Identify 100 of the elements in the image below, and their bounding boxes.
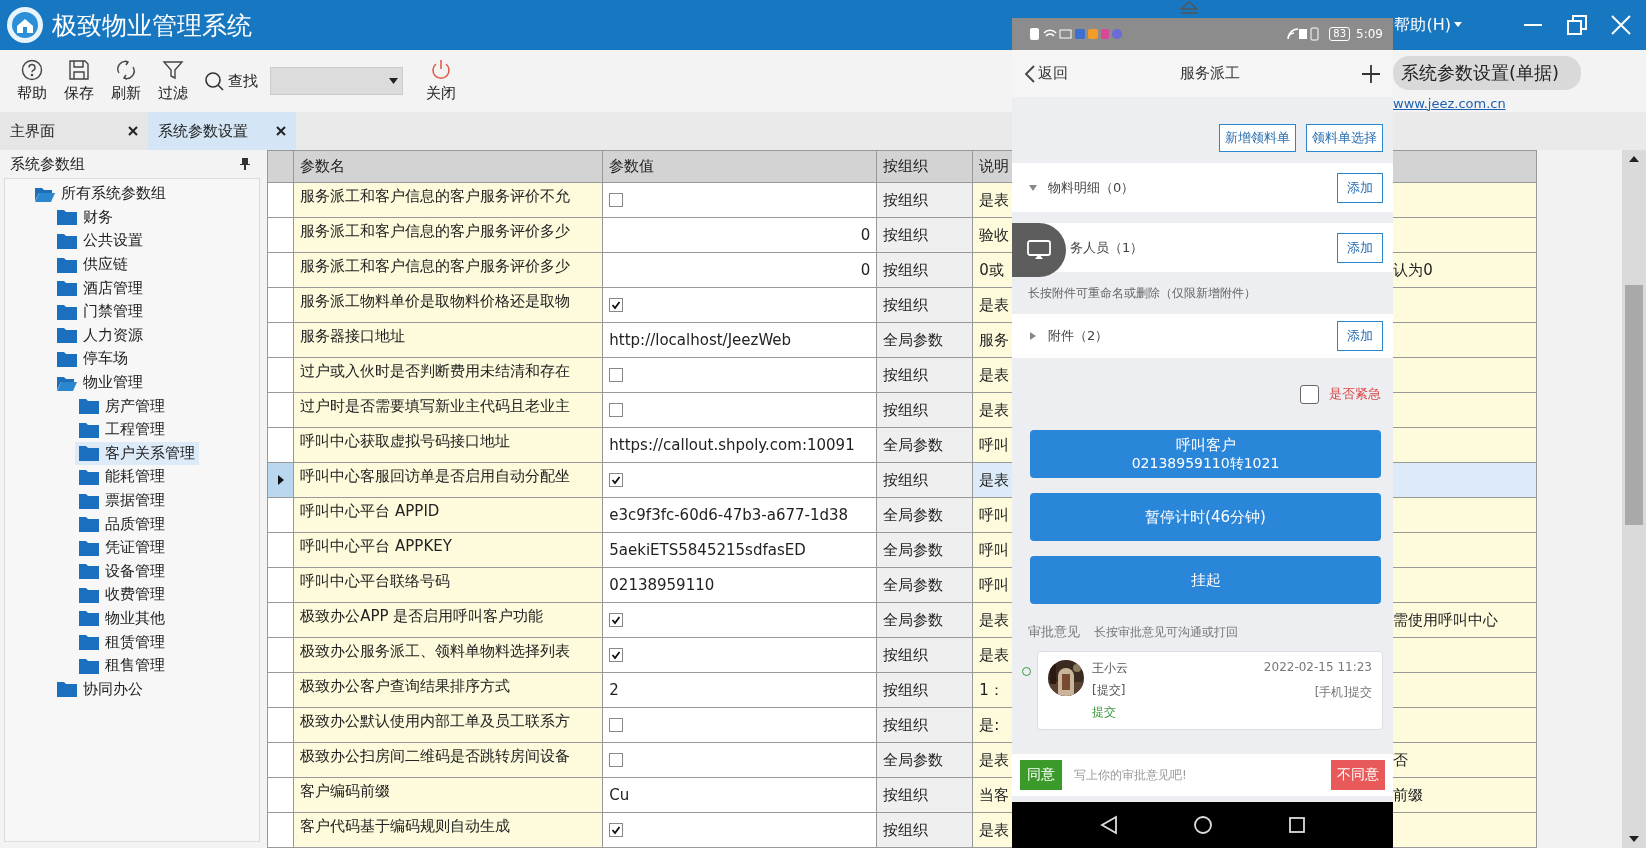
row-pointer-icon <box>276 474 285 486</box>
add-button[interactable]: 添加 <box>1337 232 1383 263</box>
tree-item[interactable]: 人力资源 <box>53 323 147 348</box>
checkbox[interactable] <box>609 753 624 767</box>
tree-item[interactable]: 房产管理 <box>75 394 169 418</box>
table-cell: 2 <box>603 673 878 708</box>
tree-item[interactable]: 财务 <box>53 205 117 230</box>
table-cell: 极致办公APP 是否启用呼叫客户功能 <box>294 603 604 638</box>
search-button[interactable]: 查找 <box>204 71 258 91</box>
tree-item[interactable]: 能耗管理 <box>75 465 169 489</box>
power-icon <box>429 59 452 81</box>
back-nav-icon[interactable] <box>1099 815 1118 835</box>
add-button[interactable]: 添加 <box>1337 321 1383 351</box>
tree-item[interactable]: 租售管理 <box>75 653 169 678</box>
table-cell: 服务派工和客户信息的客户服务评价不允 <box>294 183 604 218</box>
toolbar-button[interactable]: 过滤 <box>149 59 196 103</box>
action-button[interactable]: 暂停计时(46分钟) <box>1030 493 1381 541</box>
tree-item[interactable]: 停车场 <box>53 347 132 371</box>
folder-icon <box>79 398 99 415</box>
column-header[interactable]: 说明 <box>979 157 1010 176</box>
folder-icon <box>57 280 77 297</box>
folder-icon <box>57 681 77 698</box>
folder-icon <box>57 327 77 344</box>
checkbox[interactable] <box>609 193 624 207</box>
action-button[interactable]: 挂起 <box>1030 556 1381 604</box>
toolbar-button[interactable]: 保存 <box>55 59 102 103</box>
tree-item[interactable]: 租赁管理 <box>75 630 169 654</box>
scroll-up-icon[interactable] <box>1629 156 1640 162</box>
tree-item[interactable]: 设备管理 <box>75 559 169 584</box>
tree-item[interactable]: 供应链 <box>53 252 132 277</box>
help-menu[interactable]: 帮助(H) <box>1394 14 1462 36</box>
close-icon[interactable] <box>276 126 286 136</box>
add-button[interactable]: 添加 <box>1337 172 1383 203</box>
battery-indicator: 83 <box>1329 27 1351 41</box>
tree-item[interactable]: 凭证管理 <box>75 535 169 560</box>
tree-item[interactable]: 客户关系管理 <box>75 441 199 466</box>
toolbar-button[interactable]: 帮助 <box>8 59 55 103</box>
checkbox[interactable] <box>609 403 624 417</box>
restore-icon[interactable] <box>1566 14 1588 36</box>
table-cell: e3c9f3fc-60d6-47b3-a677-1d38 <box>603 498 878 533</box>
checkbox[interactable] <box>1300 384 1319 404</box>
tree-item[interactable]: 物业管理 <box>53 370 147 395</box>
tree-item[interactable]: 门禁管理 <box>53 299 147 324</box>
checkbox[interactable] <box>609 613 624 627</box>
scroll-down-icon[interactable] <box>1629 836 1640 842</box>
folder-icon <box>57 209 77 226</box>
table-cell: 全局参数 <box>877 498 974 533</box>
table-cell: 按组织 <box>877 183 974 218</box>
outline-button[interactable]: 领料单选择 <box>1306 124 1383 152</box>
app-title: 极致物业管理系统 <box>52 9 252 42</box>
folder-icon <box>57 233 77 249</box>
tab[interactable]: 系统参数设置 <box>148 112 296 150</box>
close-icon[interactable] <box>128 126 138 136</box>
tree-item[interactable]: 工程管理 <box>75 417 169 442</box>
tree-item[interactable]: 公共设置 <box>53 229 147 253</box>
folder-icon <box>79 586 99 603</box>
table-cell: 服务派工和客户信息的客户服务评价多少 <box>294 218 604 253</box>
tree-item[interactable]: 票据管理 <box>75 488 169 513</box>
caret-down-icon[interactable] <box>1028 182 1038 193</box>
checkbox[interactable] <box>609 368 624 382</box>
back-button[interactable]: 返回 <box>1024 63 1068 84</box>
checkbox[interactable] <box>609 823 624 837</box>
row-header[interactable] <box>268 463 295 498</box>
tree-item[interactable]: 协同办公 <box>53 677 147 702</box>
checkbox[interactable] <box>609 718 624 732</box>
tree-item[interactable]: 品质管理 <box>75 512 169 536</box>
recents-nav-icon[interactable] <box>1287 816 1306 834</box>
folder-icon <box>79 539 99 556</box>
tree-item[interactable]: 物业其他 <box>75 606 169 631</box>
pin-icon[interactable] <box>240 158 251 170</box>
tab[interactable]: 主界面 <box>0 112 148 150</box>
table-cell: 全局参数 <box>877 568 974 603</box>
column-header[interactable]: 参数值 <box>603 151 878 183</box>
website-link[interactable]: www.jeez.com.cn <box>1393 95 1506 111</box>
table-cell: 按组织 <box>877 358 974 393</box>
scroll-thumb[interactable] <box>1625 285 1644 525</box>
tree-item[interactable]: 所有系统参数组 <box>31 182 170 206</box>
checkbox[interactable] <box>609 298 624 312</box>
tree-item[interactable]: 酒店管理 <box>53 276 147 300</box>
table-cell: 全局参数 <box>877 533 974 568</box>
action-button[interactable]: 呼叫客户 02138959110转1021 <box>1030 430 1381 478</box>
checkbox[interactable] <box>609 473 624 487</box>
search-icon <box>204 71 224 91</box>
caret-right-icon[interactable] <box>1028 331 1038 341</box>
tree-item[interactable]: 收费管理 <box>75 583 169 607</box>
column-header[interactable]: 参数名 <box>294 151 604 183</box>
home-nav-icon[interactable] <box>1192 815 1213 835</box>
agree-button[interactable]: 同意 <box>1020 760 1062 790</box>
toolbar-button[interactable]: 刷新 <box>102 59 149 103</box>
scrollbar[interactable] <box>1622 150 1646 848</box>
close-button[interactable]: 关闭 <box>417 59 464 103</box>
floating-cast-button[interactable] <box>1012 223 1066 277</box>
add-icon[interactable] <box>1361 63 1381 84</box>
caret-down-icon <box>389 78 398 84</box>
table-cell: 全局参数 <box>877 428 974 463</box>
approval-time: 2022-02-15 11:23 <box>1263 660 1372 674</box>
outline-button[interactable]: 新增领料单 <box>1219 124 1296 152</box>
column-header[interactable]: 按组织 <box>877 151 974 183</box>
table-cell: 呼叫中心平台 APPID <box>294 498 604 533</box>
checkbox[interactable] <box>609 648 624 662</box>
